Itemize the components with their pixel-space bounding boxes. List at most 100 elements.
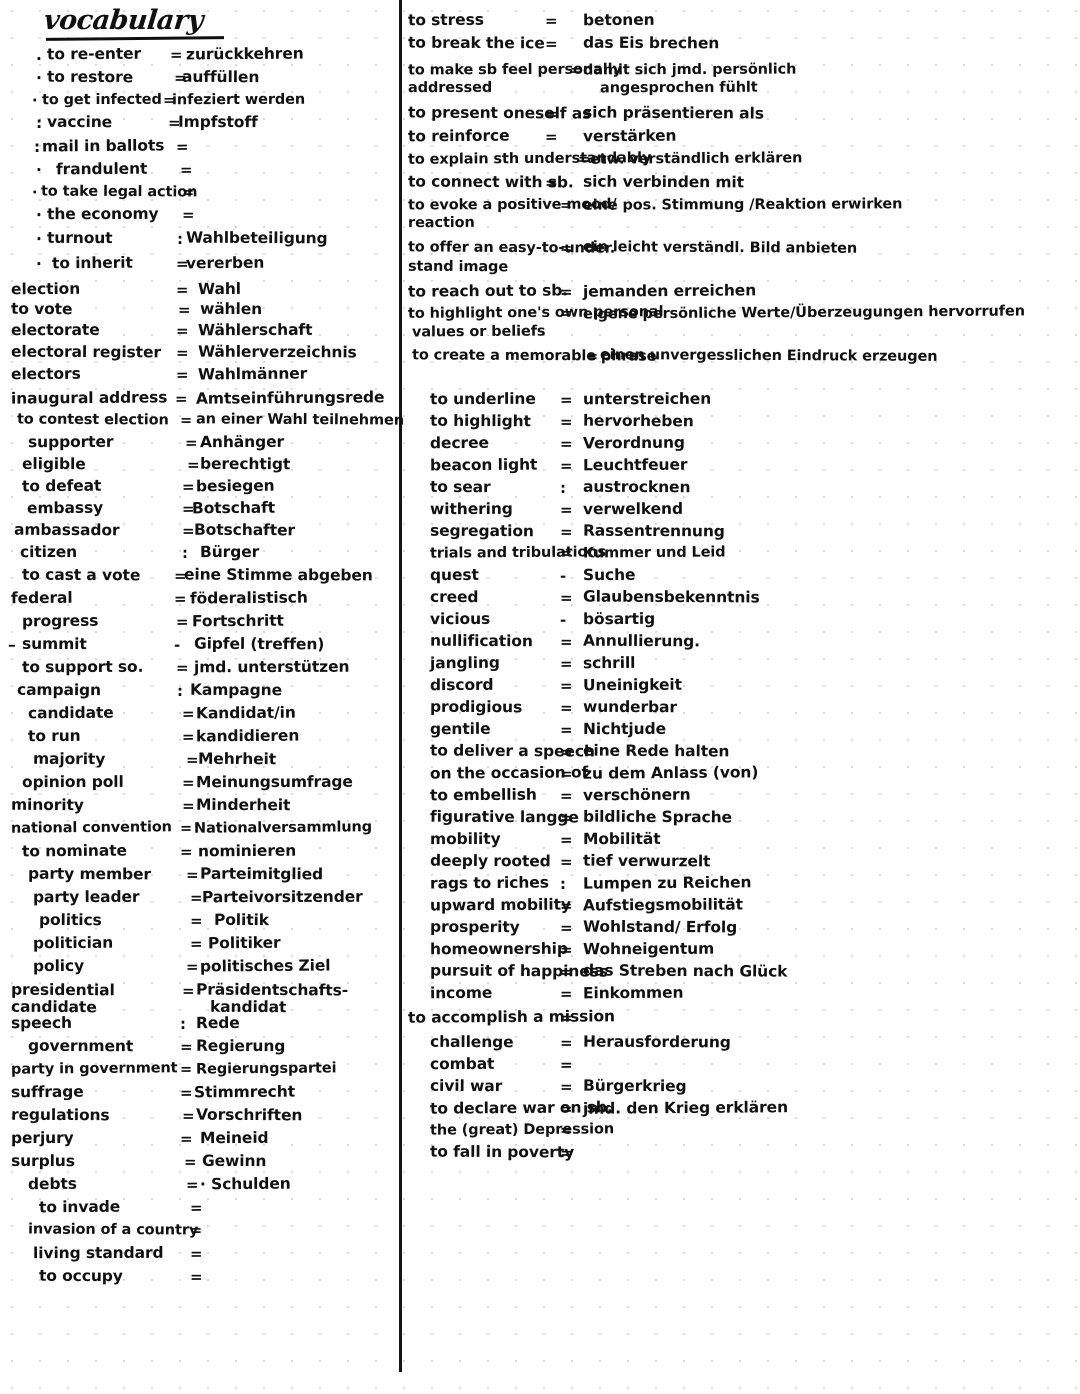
vocab-term-en: to occupy — [38, 1266, 123, 1286]
vocab-term-en: rags to riches — [429, 873, 549, 893]
vocab-term-de: eigene persönliche Werte/Überzeugungen h… — [582, 303, 1025, 323]
vocab-term-en: party member — [27, 864, 152, 884]
vocab-term-en: decree — [429, 433, 489, 453]
vocab-term-de: Lumpen zu Reichen — [582, 873, 752, 893]
equals-sign: = — [179, 1083, 193, 1103]
vocab-term-de: eine Stimme abgeben — [183, 565, 373, 585]
vocab-term-de: kandidieren — [195, 726, 300, 746]
row-bullet: · — [35, 205, 42, 225]
vocab-term-de: eine Rede halten — [582, 741, 730, 761]
vocab-term-en: politician — [32, 933, 114, 953]
vocab-term-en: eligible — [21, 454, 86, 474]
vocab-term-de: Kampagne — [189, 680, 283, 700]
equals-sign: = — [181, 796, 195, 816]
vocab-term-de: Meineid — [199, 1128, 269, 1148]
vocab-term-de: das Eis brechen — [582, 33, 720, 53]
vocab-term-en: majority — [32, 749, 106, 769]
vocab-term-en: frandulent — [55, 159, 148, 179]
vocab-term-en: upward mobility — [429, 895, 571, 915]
equals-sign: = — [559, 720, 573, 740]
equals-sign: - — [559, 610, 567, 630]
vocab-term-de: besiegen — [195, 476, 275, 496]
vocab-term-en: summit — [21, 634, 87, 654]
vocab-term-en: to run — [27, 726, 81, 746]
vocab-term-de: Nationalversammlung — [193, 819, 373, 837]
row-bullet: · — [31, 184, 38, 202]
vocab-term-de: tief verwurzelt — [582, 851, 711, 871]
vocab-term-en: turnout — [46, 228, 113, 248]
equals-sign: = — [559, 1143, 573, 1163]
vocab-term-en: politics — [38, 910, 102, 930]
equals-sign: = — [177, 300, 191, 320]
vocab-term-de: berechtigt — [199, 454, 291, 474]
vocab-term-en: federal — [10, 588, 73, 608]
row-bullet: · — [35, 254, 42, 274]
equals-sign: = — [175, 137, 189, 157]
row-bullet: · — [35, 229, 42, 249]
equals-sign: : — [176, 681, 183, 701]
page-title-underline — [45, 36, 225, 41]
equals-sign: - — [173, 635, 181, 655]
equals-sign: = — [544, 173, 558, 193]
vocab-term-en: to accomplish a mission — [407, 1007, 615, 1027]
vocab-term-de: Aufstiegsmobilität — [582, 895, 743, 915]
vocab-term-de: betonen — [582, 10, 655, 30]
vocab-term-en: government — [27, 1036, 134, 1056]
vocab-term-en: the (great) Depression — [429, 1121, 615, 1139]
vocab-term-de: Gipfel (treffen) — [193, 634, 325, 654]
vocab-term-en: to inherit — [51, 253, 133, 273]
equals-sign: = — [559, 1122, 573, 1140]
vocab-term-en: pursuit of happiness — [429, 961, 609, 981]
vocab-term-en: embassy — [26, 498, 104, 518]
vocab-term-en: to highlight — [429, 411, 531, 431]
vocab-term-de: föderalistisch — [189, 588, 308, 608]
vocab-term-en: candidate — [27, 703, 114, 723]
equals-sign: = — [569, 62, 583, 80]
equals-sign: = — [559, 305, 573, 323]
vocab-term-de: Präsidentschafts- — [195, 980, 349, 1000]
vocab-term-de: zurückkehren — [185, 44, 304, 64]
column-divider — [399, 0, 402, 1372]
vocab-term-en: campaign — [16, 680, 102, 700]
equals-sign: = — [559, 808, 573, 828]
vocab-term-en: to fall in poverty — [429, 1142, 575, 1162]
vocab-term-en: citizen — [19, 542, 78, 562]
equals-sign: = — [179, 820, 193, 838]
vocab-term-en: homeownership — [429, 939, 568, 959]
vocab-term-en: nullification — [429, 631, 533, 651]
vocab-term-en: regulations — [10, 1105, 110, 1125]
vocab-term-en: prodigious — [429, 697, 523, 717]
vocab-term-en: to vote — [10, 299, 73, 319]
vocab-term-en: minority — [10, 795, 84, 815]
vocab-term-de: Rassentrennung — [582, 521, 725, 541]
vocab-term-de: nominieren — [197, 841, 297, 861]
equals-sign: = — [185, 1175, 199, 1195]
vocab-term-de: Kandidat/in — [195, 703, 296, 723]
vocab-term-en: speech — [10, 1013, 72, 1033]
vocab-term-en: progress — [21, 611, 99, 631]
vocab-term-en: party leader — [32, 887, 140, 907]
vocab-term-en: to support so. — [21, 657, 144, 677]
vocab-term-en: withering — [429, 499, 513, 519]
vocab-term-en: to break the ice — [407, 33, 545, 53]
vocab-term-en: to present oneself as — [407, 103, 592, 123]
equals-sign: = — [174, 389, 188, 409]
equals-sign: = — [544, 11, 558, 31]
equals-sign: = — [175, 343, 189, 363]
equals-sign: = — [559, 632, 573, 652]
vocab-term-de-cont: angesprochen fühlt — [599, 79, 758, 97]
vocab-term-en: jangling — [429, 653, 500, 673]
equals-sign: = — [189, 911, 203, 931]
vocab-term-de: Fortschritt — [191, 611, 284, 631]
vocab-term-de: verwelkend — [582, 499, 683, 519]
equals-sign: = — [544, 127, 558, 147]
vocab-term-en: income — [429, 983, 493, 1003]
equals-sign: = — [559, 676, 573, 696]
vocab-term-en: election — [10, 279, 81, 299]
equals-sign: = — [559, 940, 573, 960]
equals-sign: = — [559, 282, 573, 302]
vocab-term-de: infeziert werden — [171, 91, 306, 109]
equals-sign: : — [179, 1014, 186, 1034]
vocab-term-en: opinion poll — [21, 772, 124, 792]
vocab-term-de: Parteivorsitzender — [201, 887, 363, 907]
